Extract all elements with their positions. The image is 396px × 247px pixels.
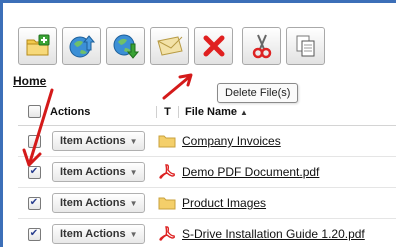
item-actions-label: Item Actions	[60, 166, 126, 178]
row-actions-cell: Item Actions ▼	[50, 131, 156, 151]
row-checkbox-cell: ✔	[18, 196, 50, 210]
item-actions-label: Item Actions	[60, 228, 126, 240]
row-name-cell: S-Drive Installation Guide 1.20.pdf	[178, 227, 396, 241]
row-type-cell	[156, 226, 178, 242]
table-row: ✔ Item Actions ▼ Demo PDF Document.pdf	[18, 157, 396, 188]
delete-button[interactable]	[194, 27, 233, 65]
copy-button[interactable]	[286, 27, 325, 65]
row-checkbox[interactable]: ✔	[27, 227, 41, 241]
window-top-border	[0, 0, 396, 3]
row-actions-cell: Item Actions ▼	[50, 162, 156, 182]
download-button[interactable]	[106, 27, 145, 65]
row-checkbox[interactable]: ✔	[27, 196, 41, 210]
file-link[interactable]: Product Images	[182, 196, 266, 210]
item-actions-label: Item Actions	[60, 197, 126, 209]
pdf-icon	[159, 164, 175, 179]
row-checkbox-cell: ✔	[18, 165, 50, 179]
breadcrumb-home[interactable]: Home	[13, 74, 46, 88]
pdf-icon	[159, 226, 175, 241]
chevron-down-icon: ▼	[129, 167, 138, 177]
cut-button[interactable]	[242, 27, 281, 65]
item-actions-label: Item Actions	[60, 135, 126, 147]
select-all-checkbox[interactable]	[27, 105, 41, 118]
sort-asc-icon: ▲	[239, 107, 248, 117]
file-table: Actions T File Name ▲ Item Actions ▼ Compa…	[18, 98, 396, 247]
email-icon	[156, 36, 183, 56]
table-header: Actions T File Name ▲	[18, 98, 396, 126]
chevron-down-icon: ▼	[129, 136, 138, 146]
download-icon	[113, 34, 139, 59]
row-name-cell: Demo PDF Document.pdf	[178, 165, 396, 179]
file-name-header-label: File Name	[185, 105, 237, 118]
row-actions-cell: Item Actions ▼	[50, 224, 156, 244]
window-left-border	[0, 0, 3, 247]
row-type-cell	[156, 134, 178, 148]
delete-tooltip: Delete File(s)	[217, 83, 299, 103]
upload-icon	[69, 35, 95, 58]
select-all-cell	[18, 105, 50, 118]
table-row: ✔ Item Actions ▼ Product Images	[18, 188, 396, 219]
type-header[interactable]: T	[156, 105, 178, 118]
chevron-down-icon: ▼	[129, 229, 138, 239]
file-link[interactable]: Company Invoices	[182, 134, 281, 148]
upload-button[interactable]	[62, 27, 101, 65]
copy-icon	[296, 35, 314, 57]
folder-icon	[158, 197, 176, 210]
item-actions-button[interactable]: Item Actions ▼	[52, 224, 145, 244]
row-checkbox-cell: ✔	[18, 227, 50, 241]
row-type-cell	[156, 196, 178, 210]
new-folder-button[interactable]	[18, 27, 57, 65]
new-folder-icon	[26, 34, 49, 56]
file-link[interactable]: S-Drive Installation Guide 1.20.pdf	[182, 227, 365, 241]
row-name-cell: Company Invoices	[178, 134, 396, 148]
cut-icon	[252, 34, 271, 59]
toolbar	[18, 27, 325, 65]
table-row: ✔ Item Actions ▼ S-Drive Installation Gui…	[18, 219, 396, 247]
row-type-cell	[156, 164, 178, 180]
row-checkbox[interactable]: ✔	[27, 165, 41, 179]
email-button[interactable]	[150, 27, 189, 65]
file-name-header[interactable]: File Name ▲	[178, 105, 396, 118]
folder-icon	[158, 135, 176, 148]
item-actions-button[interactable]: Item Actions ▼	[52, 193, 145, 213]
actions-header: Actions	[50, 105, 91, 118]
row-name-cell: Product Images	[178, 196, 396, 210]
item-actions-button[interactable]: Item Actions ▼	[52, 131, 145, 151]
row-checkbox-cell	[18, 134, 50, 148]
chevron-down-icon: ▼	[129, 198, 138, 208]
row-checkbox[interactable]	[27, 134, 41, 148]
item-actions-button[interactable]: Item Actions ▼	[52, 162, 145, 182]
row-actions-cell: Item Actions ▼	[50, 193, 156, 213]
delete-icon	[203, 35, 224, 57]
file-link[interactable]: Demo PDF Document.pdf	[182, 165, 319, 179]
table-row: Item Actions ▼ Company Invoices	[18, 126, 396, 157]
